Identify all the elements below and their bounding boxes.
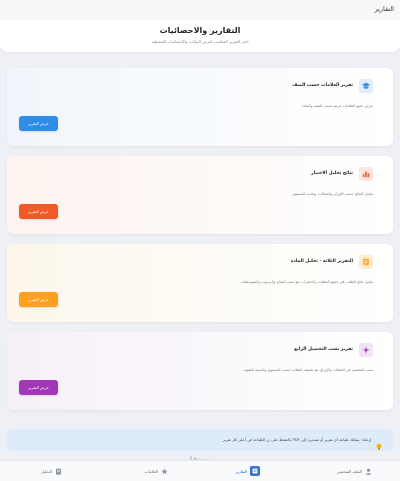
report-description: نسب التحصيل في الحلقات والأوراق مع تصنيف… [243,368,373,372]
report-title: نتائج تحليل الاختبار [311,171,353,176]
view-report-button[interactable]: عرض التقرير [19,292,58,307]
report-description: تحليل النتائج حسب الأوزان والمجالات وتحد… [292,192,373,196]
view-report-button[interactable]: عرض التقرير [19,116,58,131]
report-card-exam-analysis: نتائج تحليل الاختبار تحليل النتائج حسب ا… [7,156,393,234]
sparkle-icon [359,343,373,357]
report-description: عرض جميع العلامات مرتبة حسب الصف والمادة [301,104,373,108]
nav-item-analysis[interactable]: التحليل [41,466,62,476]
top-bar: التقارير [0,0,400,21]
nav-label: الملف الشخصي [336,468,362,474]
star-icon [161,468,168,474]
report-description: تحليل نتائج الطلاب في جميع الحلقات والاخ… [240,280,373,284]
bar-chart-icon [359,167,373,181]
report-icon [250,466,260,476]
nav-label: التحليل [40,468,52,474]
info-banner: إرشاد: يمكنك طباعة أي تقرير أو تصديره إل… [7,429,393,451]
nav-item-profile[interactable]: الملف الشخصي [337,466,372,476]
view-report-button[interactable]: عرض التقرير [19,204,58,219]
page-subtitle: اختر التقرير المناسب لعرض البيانات والإح… [151,39,249,44]
report-card-achievement: تقرير نسب التحصيل الرابع نسب التحصيل في … [7,332,393,410]
nav-item-reports[interactable]: التقارير [236,466,260,476]
info-text: إرشاد: يمكنك طباعة أي تقرير أو تصديره إل… [222,437,371,442]
page-title: التقارير والاحصائيات [159,26,241,35]
bottom-nav: الملف الشخصي التقارير العلامات التحليل [0,460,400,481]
document-icon [359,255,373,269]
nav-label: العلامات [144,468,158,474]
report-title: تقرير نسب التحصيل الرابع [294,347,353,352]
graduation-cap-icon [359,79,373,93]
report-title: التقرير الثلاثة - تحليل المادة [290,259,353,264]
report-title: تقرير العلامات حسب الصف [292,83,353,88]
app-title: التقارير [374,5,394,13]
lightbulb-icon [375,436,383,450]
report-card-subject-analysis: التقرير الثلاثة - تحليل المادة تحليل نتا… [7,244,393,322]
nav-item-grades[interactable]: العلامات [145,466,168,476]
user-icon [365,468,372,475]
report-card-grades: تقرير العلامات حسب الصف عرض جميع العلاما… [7,68,393,146]
view-report-button[interactable]: عرض التقرير [19,380,58,395]
nav-label: التقارير [235,468,247,474]
page-header: التقارير والاحصائيات اختر التقرير المناس… [0,20,400,52]
clipboard-icon [56,468,61,475]
